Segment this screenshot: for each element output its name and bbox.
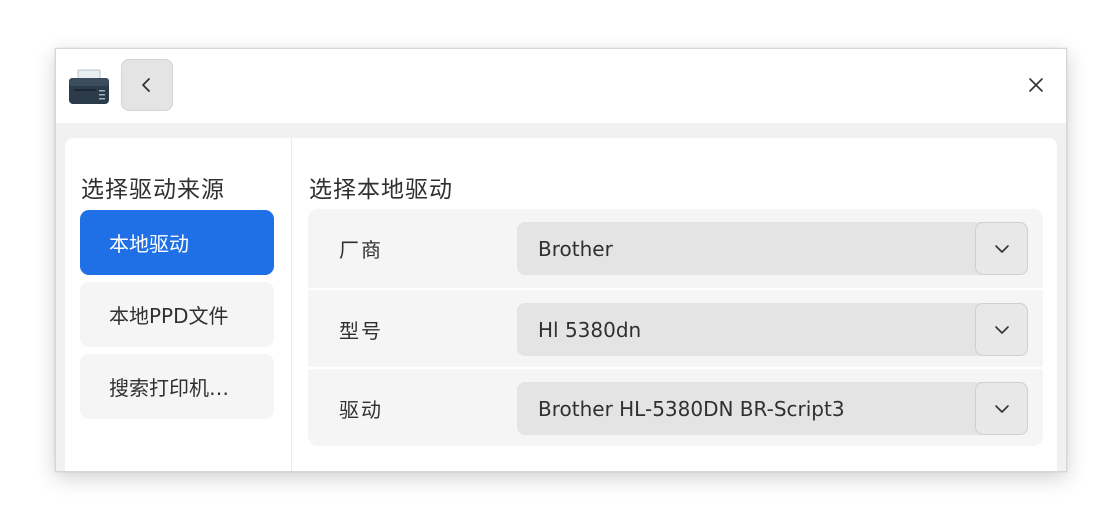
vendor-select[interactable]: Brother: [517, 222, 1028, 275]
model-dropdown-button[interactable]: [975, 303, 1028, 356]
driver-select[interactable]: Brother HL-5380DN BR-Script3: [517, 382, 1028, 435]
printer-driver-dialog: 选择驱动来源 本地驱动 本地PPD文件 搜索打印机… 选择本地驱动 厂商 Bro…: [55, 48, 1067, 472]
sidebar-item-local-ppd[interactable]: 本地PPD文件: [80, 282, 274, 347]
model-select[interactable]: Hl 5380dn: [517, 303, 1028, 356]
form-row-vendor: 厂商 Brother: [308, 209, 1043, 288]
vendor-dropdown-button[interactable]: [975, 222, 1028, 275]
driver-dropdown-button[interactable]: [975, 382, 1028, 435]
chevron-down-icon: [994, 404, 1009, 413]
chevron-down-icon: [994, 244, 1009, 253]
close-icon: [1029, 78, 1043, 92]
driver-label: 驱动: [339, 398, 383, 422]
form-row-driver: 驱动 Brother HL-5380DN BR-Script3: [308, 367, 1043, 448]
vendor-label: 厂商: [339, 238, 383, 262]
form-row-model: 型号 Hl 5380dn: [308, 288, 1043, 369]
sidebar-title: 选择驱动来源: [81, 177, 225, 203]
driver-form: 厂商 Brother 型号 Hl 5380dn 驱动 Brother HL-53…: [308, 209, 1043, 446]
sidebar-item-label: 搜索打印机…: [109, 376, 229, 400]
close-button[interactable]: [1016, 65, 1056, 105]
page-title: 选择本地驱动: [309, 177, 453, 203]
printer-icon: [68, 69, 110, 105]
sidebar-item-label: 本地PPD文件: [109, 304, 229, 328]
vendor-value: Brother: [538, 236, 613, 261]
model-value: Hl 5380dn: [538, 317, 642, 342]
titlebar: [56, 49, 1066, 123]
driver-value: Brother HL-5380DN BR-Script3: [538, 396, 845, 421]
sidebar-item-local-driver[interactable]: 本地驱动: [80, 210, 274, 275]
chevron-left-icon: [142, 78, 150, 92]
back-button[interactable]: [121, 59, 173, 111]
chevron-down-icon: [994, 325, 1009, 334]
driver-source-sidebar: 选择驱动来源 本地驱动 本地PPD文件 搜索打印机…: [65, 138, 292, 471]
sidebar-item-search-printer[interactable]: 搜索打印机…: [80, 354, 274, 419]
content-area: 选择驱动来源 本地驱动 本地PPD文件 搜索打印机… 选择本地驱动 厂商 Bro…: [65, 138, 1057, 471]
sidebar-item-label: 本地驱动: [109, 232, 189, 256]
model-label: 型号: [339, 319, 383, 343]
